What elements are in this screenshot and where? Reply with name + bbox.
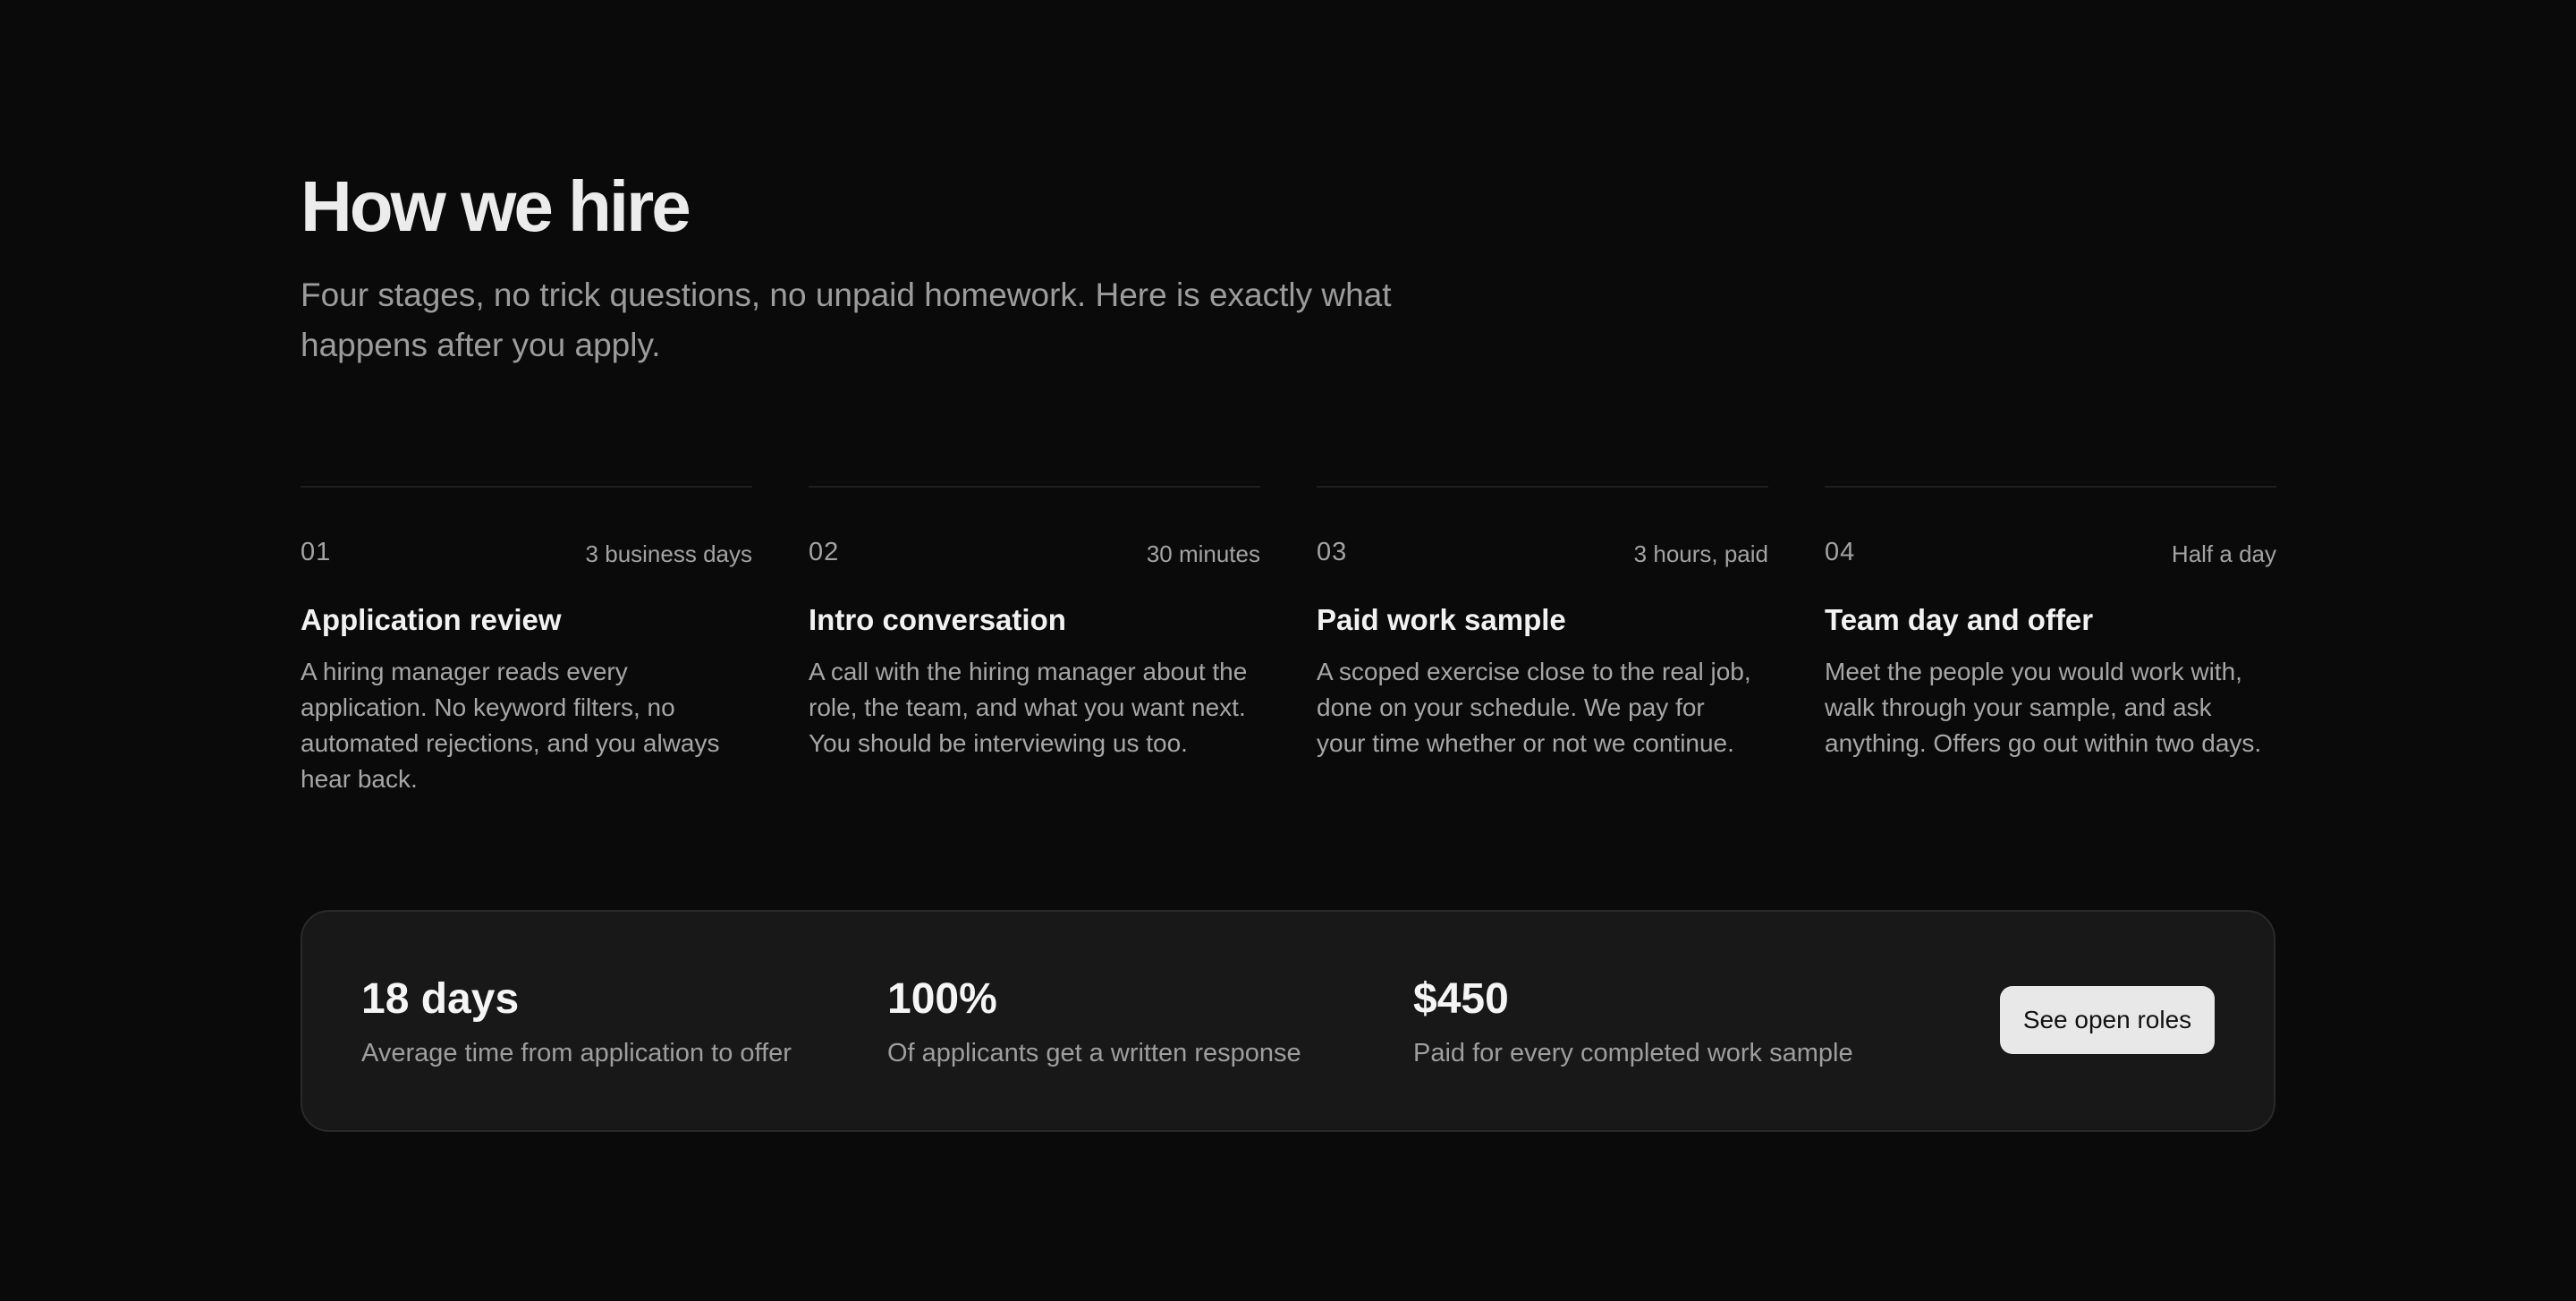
step-number: 02 — [809, 538, 840, 566]
stat-value: $450 — [1413, 975, 1509, 1023]
stat-value: 18 days — [361, 975, 520, 1023]
step-description: A hiring manager reads every application… — [301, 658, 720, 793]
step-paid-work-sample: 03 3 hours, paid Paid work sample A scop… — [1317, 486, 1768, 810]
step-meta: 02 30 minutes — [809, 534, 1260, 570]
step-intro-conversation: 02 30 minutes Intro conversation A call … — [809, 486, 1260, 810]
stat-work-sample-pay: $450 Paid for every completed work sampl… — [1413, 971, 1914, 1071]
step-duration: 3 business days — [585, 540, 752, 567]
step-meta: 01 3 business days — [301, 534, 752, 570]
page: How we hire Four stages, no trick questi… — [0, 0, 2576, 1301]
step-description: A scoped exercise close to the real job,… — [1317, 658, 1751, 757]
step-description: Meet the people you would work with, wal… — [1825, 658, 2262, 757]
step-number: 03 — [1317, 538, 1348, 566]
step-duration: Half a day — [2171, 540, 2276, 567]
see-open-roles-button[interactable]: See open roles — [2000, 986, 2215, 1054]
hiring-steps: 01 3 business days Application review A … — [301, 486, 2276, 810]
step-meta: 03 3 hours, paid — [1317, 534, 1768, 570]
stat-label: Average time from application to offer — [361, 1039, 792, 1067]
step-title: Team day and offer — [1825, 603, 2094, 636]
step-title: Intro conversation — [809, 603, 1066, 636]
step-title: Application review — [301, 603, 562, 636]
stat-label: Of applicants get a written response — [887, 1039, 1301, 1067]
step-meta: 04 Half a day — [1825, 534, 2276, 570]
step-duration: 3 hours, paid — [1633, 540, 1768, 567]
stat-written-response: 100% Of applicants get a written respons… — [887, 971, 1388, 1071]
step-number: 01 — [301, 538, 332, 566]
step-application-review: 01 3 business days Application review A … — [301, 486, 752, 810]
page-subtitle: Four stages, no trick questions, no unpa… — [301, 276, 1392, 363]
stat-value: 100% — [887, 975, 997, 1023]
stat-time-to-offer: 18 days Average time from application to… — [361, 971, 862, 1071]
stat-label: Paid for every completed work sample — [1413, 1039, 1853, 1067]
step-number: 04 — [1825, 538, 1856, 566]
step-duration: 30 minutes — [1146, 540, 1260, 567]
step-description: A call with the hiring manager about the… — [809, 658, 1248, 757]
step-team-day-and-offer: 04 Half a day Team day and offer Meet th… — [1825, 486, 2276, 810]
page-title: How we hire — [301, 166, 691, 246]
step-title: Paid work sample — [1317, 603, 1566, 636]
stats-card: 18 days Average time from application to… — [301, 910, 2275, 1132]
